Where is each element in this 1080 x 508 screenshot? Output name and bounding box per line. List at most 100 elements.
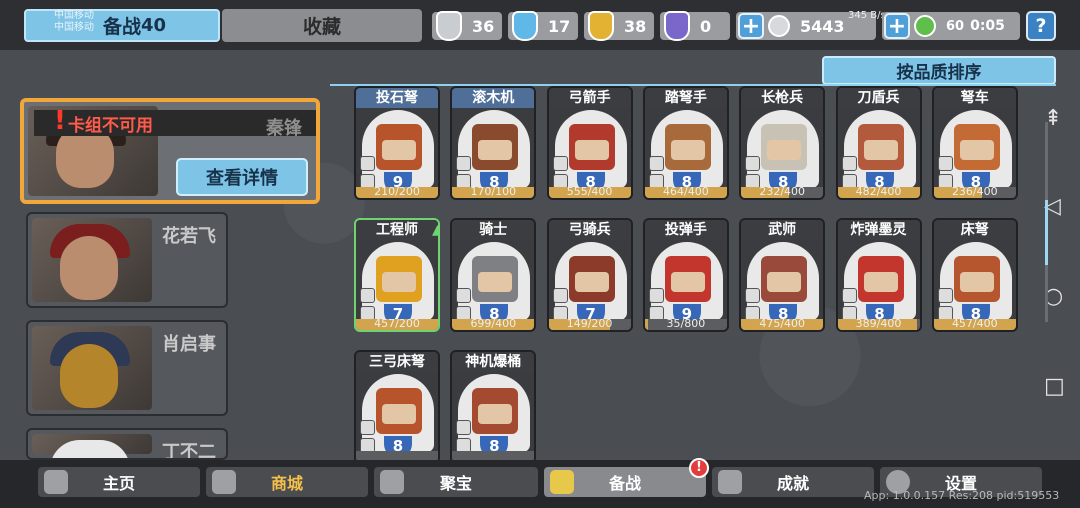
unit-card[interactable]: 长枪兵 8 232/400: [739, 86, 826, 200]
unit-progress-bar: 236/400: [933, 186, 1016, 198]
unit-trait-icon: [360, 288, 375, 303]
tab-collect[interactable]: 收藏: [222, 9, 422, 42]
network-speed: 345 B/s: [848, 10, 886, 21]
unit-name: 工程师: [356, 220, 438, 240]
recents-icon[interactable]: □: [1044, 374, 1065, 399]
help-button[interactable]: ?: [1026, 11, 1056, 41]
commander-card[interactable]: 花若飞: [26, 212, 228, 308]
blue-crystal-icon: [512, 11, 538, 41]
tab-prepare-label: 备战: [102, 16, 141, 38]
unit-card[interactable]: 滚木机 8 170/100: [450, 86, 537, 200]
upgrade-arrow-icon: ▲: [432, 222, 438, 238]
unit-progress-text: 457/400: [951, 317, 998, 330]
nav-label: 成就: [776, 474, 809, 493]
unit-trait-icon: [841, 156, 857, 171]
unit-card[interactable]: 投弹手 9 35/800: [642, 218, 729, 332]
nav-shop[interactable]: 商城: [206, 467, 368, 497]
currency-value: 5443: [800, 16, 845, 36]
unit-progress-text: 170/100: [470, 185, 517, 198]
unit-progress-text: 35/800: [666, 317, 706, 330]
unit-card[interactable]: 骑士 8 699/400: [450, 218, 537, 332]
unit-name: 床弩: [933, 220, 1016, 240]
achievement-icon: [718, 470, 742, 494]
add-energy-button[interactable]: +: [884, 13, 910, 39]
battery-level: 60: [946, 18, 965, 34]
unit-trait-icon: [360, 420, 375, 435]
unit-card[interactable]: 床弩 8 457/400: [931, 218, 1018, 332]
nav-label: 聚宝: [439, 474, 472, 493]
view-details-button[interactable]: 查看详情: [176, 158, 308, 196]
unit-progress-text: 482/400: [855, 185, 902, 198]
unit-card[interactable]: 神机爆桶 8: [450, 350, 537, 464]
unit-progress-text: 149/200: [566, 317, 613, 330]
unit-trait-icon: [456, 156, 472, 171]
unit-card[interactable]: 踏弩手 8 464/400: [642, 86, 729, 200]
resource-value: 36: [472, 16, 495, 36]
unit-card[interactable]: 炸弹墨灵 8 389/400: [835, 218, 922, 332]
unit-progress-bar: 232/400: [741, 186, 824, 198]
nav-label: 商城: [270, 474, 303, 493]
unit-progress-text: 475/400: [759, 317, 806, 330]
coin-icon: [768, 15, 790, 37]
unit-progress-bar: 210/200: [356, 185, 438, 198]
unit-card[interactable]: 三弓床弩 8: [354, 350, 440, 464]
unit-name: 弩车: [933, 88, 1016, 108]
add-currency-button[interactable]: +: [738, 13, 764, 39]
unit-name: 投石弩: [356, 88, 438, 108]
purple-shield-icon: [664, 11, 690, 41]
unit-card[interactable]: 弓骑兵 7 149/200: [546, 218, 633, 332]
nav-achievements[interactable]: 成就: [712, 467, 874, 497]
unit-progress-text: 457/200: [374, 317, 420, 330]
unit-card[interactable]: 刀盾兵 8 482/400: [835, 86, 922, 200]
resource-value: 17: [548, 16, 571, 36]
unit-name: 神机爆桶: [452, 352, 535, 372]
unit-name: 弓骑兵: [548, 220, 631, 240]
resource-purple: 0: [660, 11, 730, 41]
resource-silver: 36: [432, 11, 502, 41]
card-icon: [550, 470, 574, 494]
unit-progress-bar: 482/400: [837, 185, 920, 198]
unit-progress-bar: 457/200: [356, 317, 438, 330]
scrollbar-thumb[interactable]: [1045, 200, 1048, 265]
unit-trait-icon: [937, 288, 953, 303]
resource-value: 38: [624, 16, 647, 36]
unit-progress-bar: 389/400: [837, 318, 920, 330]
nav-home[interactable]: 主页: [38, 467, 200, 497]
unit-trait-icon: [360, 156, 375, 171]
unit-card[interactable]: 武师 8 475/400: [739, 218, 826, 332]
nav-prepare[interactable]: 备战: [544, 467, 706, 497]
unit-progress-bar: 699/400: [452, 317, 535, 330]
unit-card[interactable]: 工程师7457/200▲: [354, 218, 440, 332]
commander-name: 花若飞: [162, 226, 216, 247]
unit-progress-bar: 170/100: [452, 185, 535, 198]
unit-name: 长枪兵: [741, 88, 824, 108]
unit-progress-text: 464/400: [663, 185, 709, 198]
unit-card[interactable]: 弓箭手 8 555/400: [546, 86, 633, 200]
commander-card[interactable]: 肖启事: [26, 320, 228, 416]
version-info: App: 1.0.0.157 Res:208 pid:519553: [864, 489, 1060, 502]
unit-card[interactable]: 弩车 8 236/400: [931, 86, 1018, 200]
commander-portrait: [32, 326, 152, 410]
nav-treasure[interactable]: 聚宝: [374, 467, 538, 497]
commander-name: 秦锋: [266, 118, 302, 139]
unit-name: 投弹手: [644, 220, 727, 240]
unit-trait-icon: [648, 156, 664, 171]
commander-card[interactable]: 丁不二: [26, 428, 228, 460]
system-nav-bar: ⇞ ◁ ○ □: [1032, 50, 1080, 460]
unit-card[interactable]: 投石弩 9 210/200: [354, 86, 440, 200]
unit-progress-text: 210/200: [374, 185, 420, 198]
unit-progress-text: 699/400: [470, 317, 517, 330]
silver-shield-icon: [436, 11, 462, 41]
nav-label: 主页: [102, 474, 135, 493]
unit-name: 弓箭手: [548, 88, 631, 108]
unit-progress-bar: 35/800: [644, 317, 727, 330]
commander-portrait: [32, 434, 152, 458]
resource-value: 0: [700, 16, 712, 36]
sort-by-quality-button[interactable]: 按品质排序: [822, 56, 1056, 85]
unit-progress-bar: 457/400: [933, 317, 1016, 330]
unit-name: 三弓床弩: [356, 352, 438, 372]
commander-name: 丁不二: [162, 442, 216, 460]
carrier-label: 中国移动: [54, 22, 94, 33]
commander-card-selected[interactable]: ! 卡组不可用 秦锋 查看详情: [20, 98, 320, 204]
unit-trait-icon: [552, 156, 568, 171]
